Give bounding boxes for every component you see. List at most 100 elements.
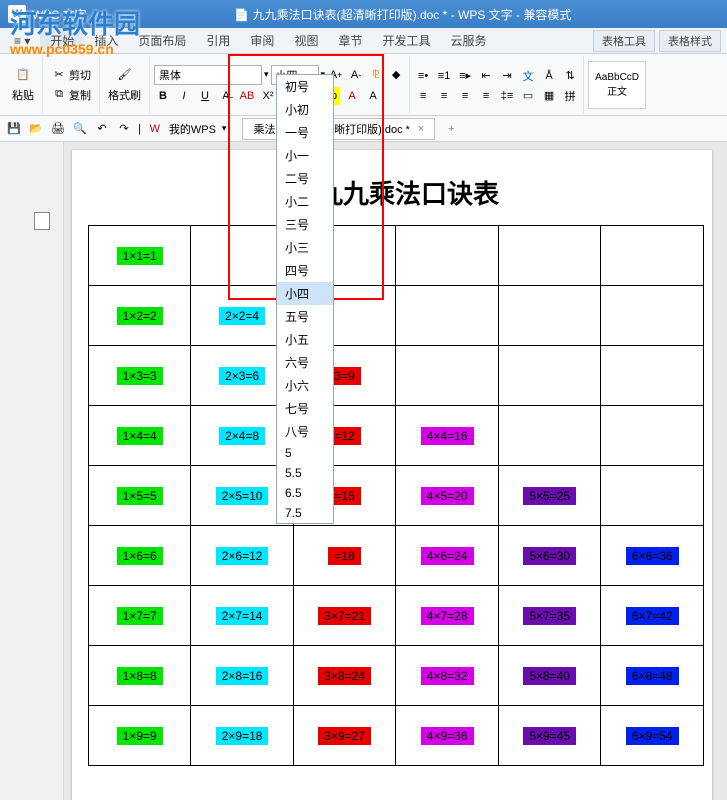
table-cell[interactable]: 1×7=7 xyxy=(89,586,191,646)
size-option[interactable]: 初号 xyxy=(277,75,333,98)
clear-format-button[interactable]: ◆ xyxy=(387,66,405,84)
ruby-button[interactable]: 拼 xyxy=(561,87,579,105)
format-painter-button[interactable]: 🖌 xyxy=(113,65,137,85)
table-cell[interactable]: 6×7=42 xyxy=(601,586,704,646)
qat-dropdown-icon[interactable]: ▾ xyxy=(222,123,227,134)
underline-button[interactable]: U xyxy=(196,87,214,105)
menu-开发工具[interactable]: 开发工具 xyxy=(372,28,440,53)
table-cell[interactable]: 2×6=12 xyxy=(191,526,294,586)
shrink-font-button[interactable]: A- xyxy=(347,66,365,84)
italic-button[interactable]: I xyxy=(175,87,193,105)
print-icon[interactable]: 🖨 xyxy=(50,121,66,137)
table-cell[interactable]: 1×4=4 xyxy=(89,406,191,466)
menu-视图[interactable]: 视图 xyxy=(284,28,328,53)
increase-indent-button[interactable]: ⇥ xyxy=(498,67,516,85)
table-cell[interactable]: 4×6=24 xyxy=(396,526,499,586)
menu-页面布局[interactable]: 页面布局 xyxy=(128,28,196,53)
cut-button[interactable]: ✂剪切 xyxy=(47,65,95,85)
save-icon[interactable]: 💾 xyxy=(6,121,22,137)
new-tab-button[interactable]: + xyxy=(441,119,461,139)
open-icon[interactable]: 📂 xyxy=(28,121,44,137)
size-option[interactable]: 5.5 xyxy=(277,463,333,483)
size-option[interactable]: 四号 xyxy=(277,259,333,282)
strikethrough-button[interactable]: AB xyxy=(238,87,256,105)
table-cell[interactable]: 5×7=35 xyxy=(498,586,601,646)
table-cell[interactable] xyxy=(396,226,499,286)
menu-审阅[interactable]: 审阅 xyxy=(240,28,284,53)
size-option[interactable]: 三号 xyxy=(277,213,333,236)
table-cell[interactable]: 5×9=45 xyxy=(498,706,601,766)
document-page[interactable]: 九九乘法口诀表 1×1=11×2=22×2=41×3=32×3=63=91×4=… xyxy=(72,150,712,800)
table-cell[interactable]: 4×8=32 xyxy=(396,646,499,706)
style-normal[interactable]: AaBbCcD 正文 xyxy=(588,61,646,109)
table-cell[interactable]: 5×6=30 xyxy=(498,526,601,586)
table-cell[interactable]: 4×5=20 xyxy=(396,466,499,526)
table-cell[interactable]: 6×6=36 xyxy=(601,526,704,586)
strike-button[interactable]: A̶ xyxy=(217,87,235,105)
decrease-indent-button[interactable]: ⇤ xyxy=(477,67,495,85)
bullets-button[interactable]: ≡• xyxy=(414,67,432,85)
table-cell[interactable]: 1×9=9 xyxy=(89,706,191,766)
numbering-button[interactable]: ≡1 xyxy=(435,67,453,85)
size-option[interactable]: 7.5 xyxy=(277,503,333,523)
copy-button[interactable]: ⧉复制 xyxy=(47,85,95,105)
size-option[interactable]: 小一 xyxy=(277,144,333,167)
bold-button[interactable]: B xyxy=(154,87,172,105)
line-spacing-button[interactable]: ‡≡ xyxy=(498,87,516,105)
table-cell[interactable] xyxy=(498,226,601,286)
size-option[interactable]: 七号 xyxy=(277,397,333,420)
tool-tab-表格工具[interactable]: 表格工具 xyxy=(593,30,655,52)
size-option[interactable]: 小三 xyxy=(277,236,333,259)
char-shading-button[interactable]: A xyxy=(364,87,382,105)
font-dropdown-icon[interactable]: ▾ xyxy=(264,69,269,80)
size-option[interactable]: 五号 xyxy=(277,305,333,328)
table-cell[interactable]: 2×9=18 xyxy=(191,706,294,766)
text-direction-button[interactable]: 文 xyxy=(519,67,537,85)
table-cell[interactable]: 1×3=3 xyxy=(89,346,191,406)
size-option[interactable]: 小六 xyxy=(277,374,333,397)
table-cell[interactable]: 5×5=25 xyxy=(498,466,601,526)
shading-button[interactable]: ▭ xyxy=(519,87,537,105)
table-cell[interactable]: 1×6=6 xyxy=(89,526,191,586)
align-center-button[interactable]: ≡ xyxy=(435,87,453,105)
font-color-button[interactable]: A xyxy=(343,87,361,105)
align-justify-button[interactable]: ≡ xyxy=(477,87,495,105)
size-option[interactable]: 一号 xyxy=(277,121,333,144)
paste-button[interactable]: 📋 xyxy=(11,65,35,85)
size-option[interactable]: 小四 xyxy=(277,282,333,305)
multilevel-button[interactable]: ≡▸ xyxy=(456,67,474,85)
size-option[interactable]: 小五 xyxy=(277,328,333,351)
table-cell[interactable]: =18 xyxy=(293,526,396,586)
table-cell[interactable]: 1×8=8 xyxy=(89,646,191,706)
table-cell[interactable] xyxy=(498,346,601,406)
size-option[interactable]: 八号 xyxy=(277,420,333,443)
align-right-button[interactable]: ≡ xyxy=(456,87,474,105)
undo-icon[interactable]: ↶ xyxy=(94,121,110,137)
close-tab-icon[interactable]: × xyxy=(418,123,424,135)
menu-file-dropdown[interactable]: ≡ ▾ xyxy=(4,28,40,53)
table-cell[interactable] xyxy=(601,406,704,466)
table-cell[interactable]: 2×8=16 xyxy=(191,646,294,706)
menu-开始[interactable]: 开始 xyxy=(40,28,84,53)
size-option[interactable]: 二号 xyxy=(277,167,333,190)
menu-引用[interactable]: 引用 xyxy=(196,28,240,53)
table-cell[interactable]: 3×8=24 xyxy=(293,646,396,706)
size-option[interactable]: 5 xyxy=(277,443,333,463)
table-cell[interactable] xyxy=(601,286,704,346)
change-case-button[interactable]: ⅊ xyxy=(367,66,385,84)
print-preview-icon[interactable]: 🔍 xyxy=(72,121,88,137)
table-cell[interactable] xyxy=(601,466,704,526)
table-cell[interactable]: 6×8=48 xyxy=(601,646,704,706)
wps-logo-icon[interactable]: W xyxy=(147,121,163,137)
menu-插入[interactable]: 插入 xyxy=(84,28,128,53)
size-option[interactable]: 6.5 xyxy=(277,483,333,503)
table-cell[interactable] xyxy=(498,406,601,466)
table-cell[interactable]: 1×2=2 xyxy=(89,286,191,346)
table-cell[interactable]: 6×9=54 xyxy=(601,706,704,766)
font-size-dropdown[interactable]: 初号小初一号小一二号小二三号小三四号小四五号小五六号小六七号八号55.56.57… xyxy=(276,74,334,524)
menu-云服务[interactable]: 云服务 xyxy=(440,28,496,53)
size-option[interactable]: 小二 xyxy=(277,190,333,213)
table-cell[interactable] xyxy=(601,346,704,406)
align-left-button[interactable]: ≡ xyxy=(414,87,432,105)
size-option[interactable]: 六号 xyxy=(277,351,333,374)
